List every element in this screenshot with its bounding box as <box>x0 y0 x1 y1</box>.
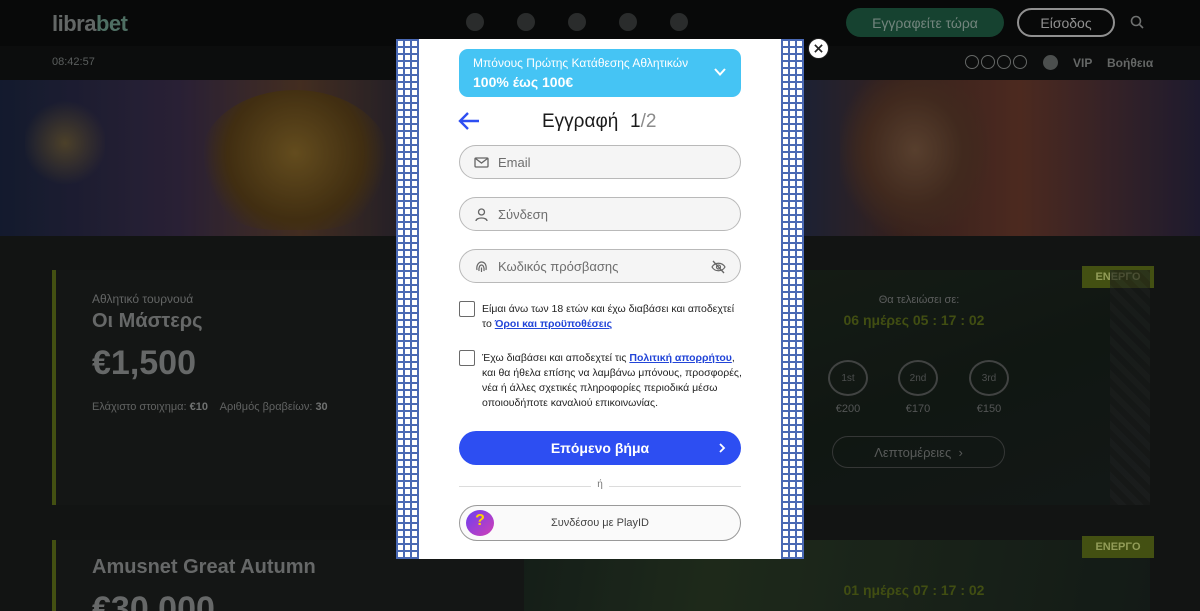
back-arrow-icon[interactable] <box>458 111 480 131</box>
close-icon[interactable] <box>808 38 829 59</box>
email-input[interactable] <box>498 146 698 178</box>
eye-off-icon[interactable] <box>711 260 726 274</box>
modal-title: Εγγραφή <box>542 111 619 132</box>
playid-label: Συνδέσου με PlayID <box>550 517 650 529</box>
greek-key-border-left <box>396 39 419 559</box>
privacy-checkbox[interactable] <box>459 350 475 366</box>
mail-icon <box>474 157 489 168</box>
chevron-down-icon <box>714 68 726 76</box>
terms-link[interactable]: Όροι και προϋποθέσεις <box>495 318 612 330</box>
next-step-button[interactable]: Επόμενο βήμα <box>459 431 741 465</box>
age-terms-text: Είμαι άνω των 18 ετών και έχω διαβάσει κ… <box>482 303 735 330</box>
age-terms-checkbox[interactable] <box>459 301 475 317</box>
login-input[interactable] <box>498 198 698 230</box>
registration-modal: Μπόνους Πρώτης Κατάθεσης Αθλητικών 100% … <box>396 39 804 559</box>
bonus-value: 100% έως 100€ <box>473 74 574 90</box>
bonus-selector[interactable]: Μπόνους Πρώτης Κατάθεσης Αθλητικών 100% … <box>459 49 741 97</box>
privacy-text: Έχω διαβάσει και αποδεχτεί τις Πολιτική … <box>482 352 742 409</box>
login-field <box>459 197 741 231</box>
greek-key-border-right <box>781 39 804 559</box>
privacy-policy-link[interactable]: Πολιτική απορρήτου <box>629 352 731 364</box>
bonus-name: Μπόνους Πρώτης Κατάθεσης Αθλητικών <box>473 56 689 70</box>
fingerprint-icon <box>476 261 487 272</box>
step-indicator: 1/2 <box>630 111 657 132</box>
chevron-right-icon <box>719 443 726 453</box>
or-label: ή <box>591 479 609 490</box>
playid-login-button[interactable]: Συνδέσου με PlayID <box>459 505 741 541</box>
password-field <box>459 249 741 283</box>
email-field <box>459 145 741 179</box>
password-input[interactable] <box>498 250 698 282</box>
user-icon <box>475 208 488 222</box>
